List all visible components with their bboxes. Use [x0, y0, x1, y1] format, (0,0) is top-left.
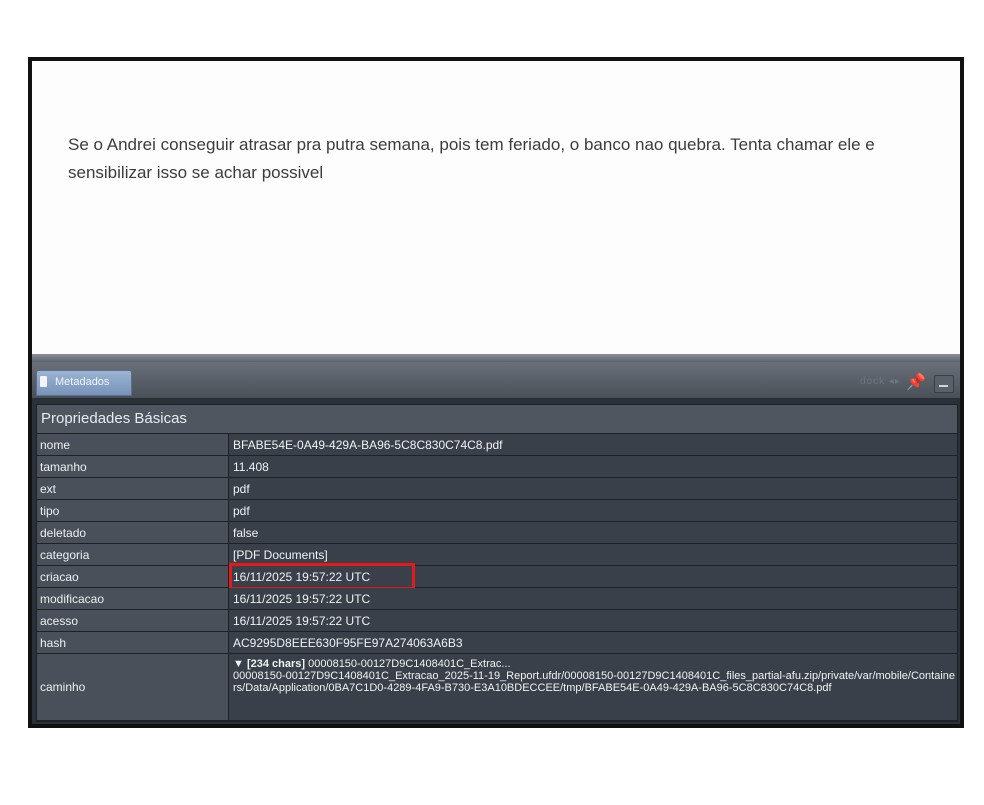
property-value: 11.408: [229, 456, 957, 477]
table-row[interactable]: deletado false: [37, 522, 957, 544]
property-key: tipo: [37, 500, 229, 521]
property-value: pdf: [229, 478, 957, 499]
properties-grid: Propriedades Básicas nome BFABE54E-0A49-…: [36, 404, 958, 722]
path-full: 00008150-00127D9C1408401C_Extracao_2025-…: [233, 670, 956, 694]
path-expand-toggle[interactable]: ▼ [234 chars]: [233, 658, 305, 670]
path-summary: 00008150-00127D9C1408401C_Extrac...: [305, 658, 511, 670]
property-key: caminho: [37, 654, 229, 720]
property-value: 16/11/2025 19:57:22 UTC: [229, 588, 957, 609]
table-row[interactable]: acesso 16/11/2025 19:57:22 UTC: [37, 610, 957, 632]
table-row[interactable]: nome BFABE54E-0A49-429A-BA96-5C8C830C74C…: [37, 434, 957, 456]
property-value: AC9295D8EEE630F95FE97A274063A6B3: [229, 632, 957, 653]
property-key: categoria: [37, 544, 229, 565]
table-row-path[interactable]: caminho ▼ [234 chars] 00008150-00127D9C1…: [37, 654, 957, 721]
table-row[interactable]: hash AC9295D8EEE630F95FE97A274063A6B3: [37, 632, 957, 654]
property-key: acesso: [37, 610, 229, 631]
app-window: Se o Andrei conseguir atrasar pra putra …: [28, 57, 964, 728]
property-value: 16/11/2025 19:57:22 UTC: [229, 610, 957, 631]
property-key: modificacao: [37, 588, 229, 609]
property-key: deletado: [37, 522, 229, 543]
panel-splitter[interactable]: [32, 354, 960, 362]
table-row[interactable]: ext pdf: [37, 478, 957, 500]
table-row[interactable]: modificacao 16/11/2025 19:57:22 UTC: [37, 588, 957, 610]
table-row[interactable]: tipo pdf: [37, 500, 957, 522]
property-value: BFABE54E-0A49-429A-BA96-5C8C830C74C8.pdf: [229, 434, 957, 455]
table-row[interactable]: categoria [PDF Documents]: [37, 544, 957, 566]
property-key: criacao: [37, 566, 229, 587]
document-icon: [40, 376, 47, 387]
property-key: nome: [37, 434, 229, 455]
tab-bar: Metadados dock ◂▸ 📌: [32, 362, 960, 399]
tab-label: Metadados: [55, 376, 110, 388]
table-row-highlighted[interactable]: criacao 16/11/2025 19:57:22 UTC: [37, 563, 957, 590]
property-key: ext: [37, 478, 229, 499]
message-text: Se o Andrei conseguir atrasar pra putra …: [68, 135, 875, 182]
property-value: false: [229, 522, 957, 543]
highlight-box: [229, 563, 415, 590]
minimize-icon[interactable]: [934, 375, 954, 393]
property-value: [PDF Documents]: [229, 544, 957, 565]
table-row[interactable]: tamanho 11.408: [37, 456, 957, 478]
pin-icon[interactable]: 📌: [906, 372, 926, 392]
dock-controls[interactable]: dock ◂▸: [860, 376, 901, 387]
message-panel: Se o Andrei conseguir atrasar pra putra …: [32, 61, 960, 354]
path-value: ▼ [234 chars] 00008150-00127D9C1408401C_…: [229, 654, 957, 720]
property-key: tamanho: [37, 456, 229, 477]
tab-metadados[interactable]: Metadados: [36, 370, 132, 396]
section-header[interactable]: Propriedades Básicas: [37, 405, 957, 434]
property-key: hash: [37, 632, 229, 653]
property-value: pdf: [229, 500, 957, 521]
